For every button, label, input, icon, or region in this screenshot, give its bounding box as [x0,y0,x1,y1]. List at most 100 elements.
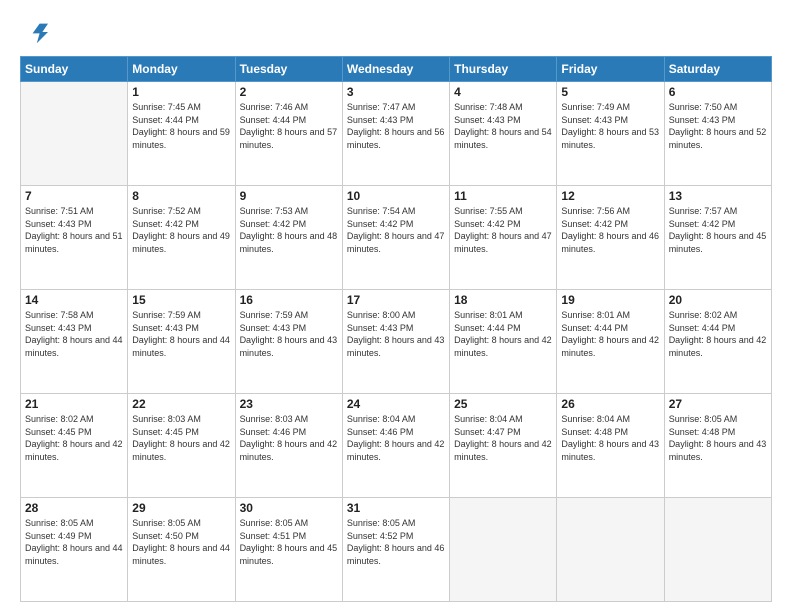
day-number: 22 [132,397,230,411]
cell-info: Sunrise: 7:49 AMSunset: 4:43 PMDaylight:… [561,101,659,151]
calendar-cell: 5 Sunrise: 7:49 AMSunset: 4:43 PMDaylight… [557,82,664,186]
calendar-header: SundayMondayTuesdayWednesdayThursdayFrid… [21,57,772,82]
cell-info: Sunrise: 8:05 AMSunset: 4:48 PMDaylight:… [669,413,767,463]
weekday-header: Thursday [450,57,557,82]
day-number: 20 [669,293,767,307]
calendar-cell: 14Sunrise: 7:58 AMSunset: 4:43 PMDayligh… [21,290,128,394]
cell-info: Sunrise: 7:53 AMSunset: 4:42 PMDaylight:… [240,205,338,255]
cell-info: Sunrise: 8:02 AMSunset: 4:44 PMDaylight:… [669,309,767,359]
calendar-body: 1Sunrise: 7:45 AMSunset: 4:44 PMDaylight… [21,82,772,602]
cell-info: Sunrise: 7:51 AMSunset: 4:43 PMDaylight:… [25,205,123,255]
day-number: 19 [561,293,659,307]
cell-info: Sunrise: 8:03 AMSunset: 4:46 PMDaylight:… [240,413,338,463]
calendar-cell: 6 Sunrise: 7:50 AMSunset: 4:43 PMDaylight… [664,82,771,186]
calendar-cell: 8 Sunrise: 7:52 AMSunset: 4:42 PMDaylight… [128,186,235,290]
calendar-cell: 9 Sunrise: 7:53 AMSunset: 4:42 PMDaylight… [235,186,342,290]
cell-info: Sunrise: 8:05 AMSunset: 4:52 PMDaylight:… [347,517,445,567]
calendar-cell [664,498,771,602]
day-number: 5 [561,85,659,99]
calendar-cell: 17 Sunrise: 8:00 AMSunset: 4:43 PMDayligh… [342,290,449,394]
cell-info: Sunrise: 7:57 AMSunset: 4:42 PMDaylight:… [669,205,767,255]
calendar-cell: 24 Sunrise: 8:04 AMSunset: 4:46 PMDayligh… [342,394,449,498]
calendar-cell: 10 Sunrise: 7:54 AMSunset: 4:42 PMDayligh… [342,186,449,290]
day-number: 8 [132,189,230,203]
weekday-header-row: SundayMondayTuesdayWednesdayThursdayFrid… [21,57,772,82]
calendar-cell: 7 Sunrise: 7:51 AMSunset: 4:43 PMDaylight… [21,186,128,290]
weekday-header: Saturday [664,57,771,82]
day-number: 13 [669,189,767,203]
cell-info: Sunrise: 7:59 AMSunset: 4:43 PMDaylight:… [132,309,230,359]
day-number: 18 [454,293,552,307]
calendar-week-row: 1Sunrise: 7:45 AMSunset: 4:44 PMDaylight… [21,82,772,186]
cell-info: Sunrise: 8:05 AMSunset: 4:51 PMDaylight:… [240,517,338,567]
cell-info: Sunrise: 7:52 AMSunset: 4:42 PMDaylight:… [132,205,230,255]
weekday-header: Tuesday [235,57,342,82]
calendar-cell: 1Sunrise: 7:45 AMSunset: 4:44 PMDaylight… [128,82,235,186]
calendar-cell: 31 Sunrise: 8:05 AMSunset: 4:52 PMDayligh… [342,498,449,602]
calendar-cell: 11Sunrise: 7:55 AMSunset: 4:42 PMDayligh… [450,186,557,290]
cell-info: Sunrise: 8:05 AMSunset: 4:50 PMDaylight:… [132,517,230,567]
cell-info: Sunrise: 8:02 AMSunset: 4:45 PMDaylight:… [25,413,123,463]
day-number: 21 [25,397,123,411]
day-number: 25 [454,397,552,411]
calendar-table: SundayMondayTuesdayWednesdayThursdayFrid… [20,56,772,602]
weekday-header: Friday [557,57,664,82]
calendar-cell [450,498,557,602]
calendar-cell: 12Sunrise: 7:56 AMSunset: 4:42 PMDayligh… [557,186,664,290]
day-number: 10 [347,189,445,203]
cell-info: Sunrise: 7:58 AMSunset: 4:43 PMDaylight:… [25,309,123,359]
cell-info: Sunrise: 7:50 AMSunset: 4:43 PMDaylight:… [669,101,767,151]
day-number: 11 [454,189,552,203]
day-number: 24 [347,397,445,411]
day-number: 16 [240,293,338,307]
calendar-cell: 16 Sunrise: 7:59 AMSunset: 4:43 PMDayligh… [235,290,342,394]
calendar-week-row: 7 Sunrise: 7:51 AMSunset: 4:43 PMDaylight… [21,186,772,290]
day-number: 27 [669,397,767,411]
calendar-cell: 4 Sunrise: 7:48 AMSunset: 4:43 PMDaylight… [450,82,557,186]
cell-info: Sunrise: 7:54 AMSunset: 4:42 PMDaylight:… [347,205,445,255]
day-number: 7 [25,189,123,203]
day-number: 17 [347,293,445,307]
day-number: 23 [240,397,338,411]
day-number: 3 [347,85,445,99]
cell-info: Sunrise: 8:04 AMSunset: 4:48 PMDaylight:… [561,413,659,463]
cell-info: Sunrise: 8:00 AMSunset: 4:43 PMDaylight:… [347,309,445,359]
weekday-header: Wednesday [342,57,449,82]
calendar-week-row: 28Sunrise: 8:05 AMSunset: 4:49 PMDayligh… [21,498,772,602]
calendar-cell: 2 Sunrise: 7:46 AMSunset: 4:44 PMDaylight… [235,82,342,186]
day-number: 31 [347,501,445,515]
calendar-cell: 15 Sunrise: 7:59 AMSunset: 4:43 PMDayligh… [128,290,235,394]
calendar-cell: 3 Sunrise: 7:47 AMSunset: 4:43 PMDaylight… [342,82,449,186]
calendar-cell: 25 Sunrise: 8:04 AMSunset: 4:47 PMDayligh… [450,394,557,498]
cell-info: Sunrise: 7:47 AMSunset: 4:43 PMDaylight:… [347,101,445,151]
calendar-cell: 19 Sunrise: 8:01 AMSunset: 4:44 PMDayligh… [557,290,664,394]
day-number: 2 [240,85,338,99]
calendar-cell: 30 Sunrise: 8:05 AMSunset: 4:51 PMDayligh… [235,498,342,602]
calendar-cell: 27 Sunrise: 8:05 AMSunset: 4:48 PMDayligh… [664,394,771,498]
cell-info: Sunrise: 7:48 AMSunset: 4:43 PMDaylight:… [454,101,552,151]
day-number: 15 [132,293,230,307]
cell-info: Sunrise: 7:46 AMSunset: 4:44 PMDaylight:… [240,101,338,151]
calendar-cell: 13 Sunrise: 7:57 AMSunset: 4:42 PMDayligh… [664,186,771,290]
cell-info: Sunrise: 8:03 AMSunset: 4:45 PMDaylight:… [132,413,230,463]
cell-info: Sunrise: 8:04 AMSunset: 4:46 PMDaylight:… [347,413,445,463]
calendar-cell: 20 Sunrise: 8:02 AMSunset: 4:44 PMDayligh… [664,290,771,394]
weekday-header: Sunday [21,57,128,82]
day-number: 4 [454,85,552,99]
calendar-cell: 22 Sunrise: 8:03 AMSunset: 4:45 PMDayligh… [128,394,235,498]
logo-icon [20,18,48,46]
day-number: 28 [25,501,123,515]
day-number: 9 [240,189,338,203]
calendar-cell: 21 Sunrise: 8:02 AMSunset: 4:45 PMDayligh… [21,394,128,498]
day-number: 30 [240,501,338,515]
cell-info: Sunrise: 7:56 AMSunset: 4:42 PMDaylight:… [561,205,659,255]
cell-info: Sunrise: 8:01 AMSunset: 4:44 PMDaylight:… [561,309,659,359]
cell-info: Sunrise: 7:59 AMSunset: 4:43 PMDaylight:… [240,309,338,359]
logo [20,18,52,46]
day-number: 29 [132,501,230,515]
day-number: 26 [561,397,659,411]
calendar-cell: 26 Sunrise: 8:04 AMSunset: 4:48 PMDayligh… [557,394,664,498]
calendar-cell: 29 Sunrise: 8:05 AMSunset: 4:50 PMDayligh… [128,498,235,602]
day-number: 6 [669,85,767,99]
cell-info: Sunrise: 8:04 AMSunset: 4:47 PMDaylight:… [454,413,552,463]
